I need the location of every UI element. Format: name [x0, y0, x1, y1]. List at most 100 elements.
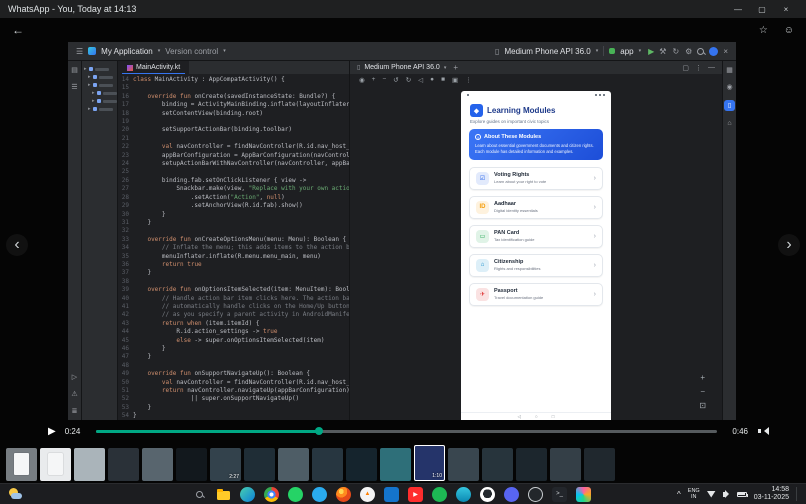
left-tool-strip: ▤☰ ▷ ⚠ ≣ — [68, 61, 82, 420]
kotlin-file-icon — [127, 65, 133, 71]
tool-window-icon: ▷ — [72, 373, 77, 381]
tool-window-icon: ≣ — [72, 407, 78, 415]
code-line: 23 appBarConfiguration = AppBarConfigura… — [118, 152, 349, 160]
media-thumbnail[interactable]: 1:10 — [414, 445, 445, 481]
jetbrains-toolbox-icon[interactable] — [576, 487, 591, 502]
device-control-icon: ◉ — [359, 76, 365, 84]
editor-tab-bar: MainActivity.kt — [118, 61, 349, 74]
youtube-icon[interactable]: ▶ — [408, 487, 423, 502]
media-thumbnail[interactable] — [516, 448, 547, 481]
media-thumbnail[interactable] — [6, 448, 37, 481]
battery-icon[interactable] — [737, 492, 747, 497]
tool-window-icon: ▦ — [726, 66, 733, 74]
volume-tray-icon[interactable] — [723, 492, 726, 497]
terminal-icon[interactable]: >_ — [552, 487, 567, 502]
next-media-button[interactable]: › — [778, 234, 800, 256]
edge-browser-icon[interactable] — [240, 487, 255, 502]
chrome-browser-icon[interactable] — [264, 487, 279, 502]
tool-window-icon: ⚠ — [71, 390, 77, 398]
code-line: 40 // Handle action bar item clicks here… — [118, 295, 349, 303]
phone-status-bar — [461, 91, 611, 98]
phone-screen: ◆ Learning Modules Explore guides on imp… — [461, 91, 611, 420]
media-thumbnail[interactable] — [176, 448, 207, 481]
info-icon: i — [475, 134, 481, 140]
wifi-icon[interactable] — [707, 491, 716, 498]
firefox-browser-icon[interactable] — [336, 487, 351, 502]
media-thumbnail[interactable] — [40, 448, 71, 481]
project-tree-item: ▸ — [82, 73, 117, 81]
media-thumbnail[interactable] — [142, 448, 173, 481]
telegram-icon[interactable] — [312, 487, 327, 502]
media-thumbnail[interactable] — [108, 448, 139, 481]
media-thumbnail[interactable] — [346, 448, 377, 481]
progress-knob[interactable] — [315, 427, 323, 435]
module-card: ✈PassportTravel documentation guide› — [469, 283, 603, 306]
android-studio-icon[interactable] — [456, 487, 471, 502]
code-line: 45 else -> super.onOptionsItemSelected(i… — [118, 337, 349, 345]
code-line: 49 override fun onSupportNavigateUp(): B… — [118, 370, 349, 378]
star-button[interactable]: ☆ — [759, 25, 768, 36]
discord-icon[interactable] — [504, 487, 519, 502]
media-thumbnail[interactable] — [380, 448, 411, 481]
whatsapp-icon[interactable] — [288, 487, 303, 502]
obs-studio-icon[interactable] — [528, 487, 543, 502]
minimize-button[interactable]: — — [726, 5, 750, 14]
left-strip-top: ▤☰ — [71, 66, 78, 91]
module-list: ☑Voting RightsLearn about your right to … — [469, 167, 603, 306]
module-subtitle: Tax identification guide — [494, 237, 589, 242]
cloud-icon — [11, 493, 22, 499]
id-card-icon: ID — [476, 201, 489, 214]
run-config-icon — [609, 48, 615, 54]
code-line: 51 return navController.navigateUp(appBa… — [118, 387, 349, 395]
media-thumbnail[interactable] — [584, 448, 615, 481]
media-thumbnail[interactable] — [244, 448, 275, 481]
right-tool-strip: ▦◉ ▯ ⌂ — [722, 61, 736, 420]
zoom-button-icon: + — [700, 373, 705, 382]
language-indicator[interactable]: ENG IN — [688, 488, 700, 500]
volume-icon[interactable] — [757, 426, 770, 436]
device-tab-bar: ▯ Medium Phone API 36.0 ▾ + ▢⋮— — [350, 61, 722, 74]
editor-tab: MainActivity.kt — [118, 61, 189, 74]
running-devices-panel: ▯ Medium Phone API 36.0 ▾ + ▢⋮— ◉+−↺↻◁●■… — [350, 61, 722, 420]
spotify-icon[interactable] — [432, 487, 447, 502]
play-button[interactable]: ▶ — [48, 426, 56, 437]
media-thumbnail[interactable] — [74, 448, 105, 481]
close-button[interactable]: × — [774, 5, 798, 14]
file-explorer-icon[interactable] — [216, 487, 231, 502]
start-button-icon[interactable] — [168, 487, 183, 502]
thumbnail-duration: 1:10 — [432, 473, 442, 479]
zoom-button-icon: − — [700, 387, 705, 396]
back-button[interactable]: ← — [12, 23, 24, 37]
window-titlebar: WhatsApp - You, Today at 14:13 — ▢ × — [0, 0, 806, 18]
media-thumbnail[interactable] — [448, 448, 479, 481]
project-panel: ▸▸▸▸▸▸ — [82, 61, 118, 420]
previous-media-button[interactable]: ‹ — [6, 234, 28, 256]
vlc-player-icon[interactable]: ▲ — [360, 487, 375, 502]
tray-expand-icon[interactable]: ^ — [677, 490, 681, 499]
device-toolbar-icons: ◉+−↺↻◁●■▣⋮ — [350, 74, 722, 85]
tool-window-icon: ☰ — [71, 83, 77, 91]
media-thumbnail[interactable] — [312, 448, 343, 481]
chevron-right-icon: › — [594, 175, 596, 182]
seek-bar[interactable] — [96, 430, 717, 433]
device-icon: ▯ — [495, 47, 499, 56]
document-icon — [48, 453, 63, 475]
media-thumbnail[interactable] — [550, 448, 581, 481]
vscode-icon[interactable] — [384, 487, 399, 502]
code-lines: 14class MainActivity : AppCompatActivity… — [118, 74, 349, 420]
search-button-icon[interactable] — [192, 487, 207, 502]
emoji-reaction-button[interactable]: ☺ — [784, 25, 794, 36]
weather-widget[interactable] — [8, 487, 23, 502]
code-line: 37 } — [118, 269, 349, 277]
github-icon[interactable] — [480, 487, 495, 502]
media-thumbnail[interactable] — [482, 448, 513, 481]
maximize-button[interactable]: ▢ — [750, 5, 774, 14]
media-thumbnail[interactable] — [278, 448, 309, 481]
show-desktop-button[interactable] — [796, 487, 798, 501]
code-line: 29 .setAnchorView(R.id.fab).show() — [118, 202, 349, 210]
video-frame[interactable]: ☰ My Application ▾ Version control ▾ ▯ M… — [68, 42, 736, 420]
phone-nav: ◁○□ — [461, 412, 611, 420]
clock[interactable]: 14:58 03-11-2025 — [754, 486, 789, 502]
media-thumbnail[interactable]: 2:27 — [210, 448, 241, 481]
current-time: 0:24 — [65, 427, 87, 436]
